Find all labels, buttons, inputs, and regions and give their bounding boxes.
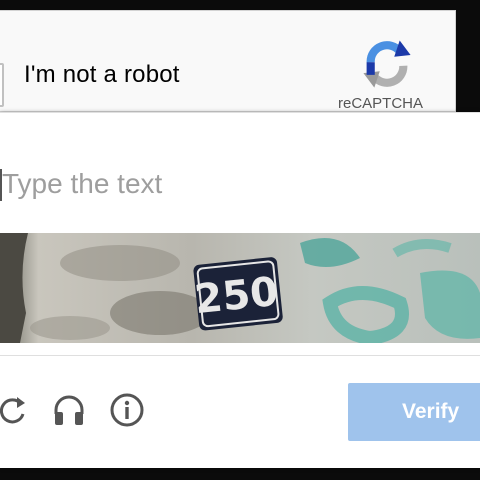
- captcha-challenge-panel: 250 Verify: [0, 112, 480, 468]
- not-a-robot-label: I'm not a robot: [24, 61, 180, 88]
- help-button[interactable]: [108, 391, 146, 429]
- recaptcha-brand: reCAPTCHA: [338, 95, 424, 112]
- audio-challenge-button[interactable]: [50, 391, 88, 429]
- captcha-answer-input[interactable]: [0, 155, 480, 213]
- verify-button[interactable]: Verify: [348, 383, 480, 441]
- captcha-answer-field: [0, 155, 480, 261]
- text-caret: [0, 169, 2, 201]
- recaptcha-logo-icon: [363, 40, 411, 88]
- reload-button[interactable]: [0, 391, 32, 429]
- reload-icon: [0, 397, 25, 424]
- captcha-characters: 250: [192, 269, 280, 323]
- headphones-icon: [54, 395, 84, 425]
- recaptcha-checkbox[interactable]: [0, 63, 4, 107]
- toolbar-divider: [0, 355, 480, 356]
- recaptcha-anchor: I'm not a robot reCAPTCHA: [0, 10, 456, 112]
- captcha-text-overlay: 250: [192, 269, 280, 323]
- info-icon: [110, 393, 144, 427]
